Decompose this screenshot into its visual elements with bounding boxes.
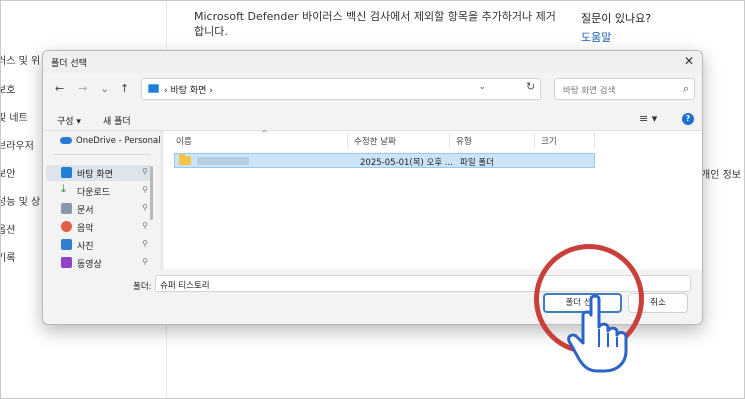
video-icon [61,257,72,268]
download-icon: ⤓ [61,182,66,195]
pin-icon: ⚲ [142,239,148,248]
file-row-selected[interactable]: 2025-05-01(목) 오후 ... 파일 폴더 [174,153,595,168]
back-arrow-icon[interactable]: ← [55,82,64,95]
cloud-icon [60,137,72,144]
screenshot-frame: 러스 및 위 보호 및 네트 브라우저 보안 성능 및 상 옵션 기록 Micr… [0,0,745,399]
pin-icon: ⚲ [142,203,148,212]
column-header-size[interactable]: 크기 [541,135,557,147]
navigation-row: ← → ⌄ ↑ › 바탕 화면 › ⌄ ↻ 바탕 화면 검색 ⌕ [43,75,702,105]
dialog-title: 폴더 선택 [51,59,87,69]
privacy-info-link[interactable]: 개인 정보 [701,166,741,181]
file-date-modified: 2025-05-01(목) 오후 ... [360,158,454,168]
address-bar[interactable]: › 바탕 화면 › ⌄ [141,78,541,100]
refresh-icon[interactable]: ↻ [526,80,535,93]
document-icon [61,203,72,214]
navigation-pane: OneDrive - Personal 바탕 화면 ⚲ ⤓ 다운로드 ⚲ 문서 … [43,131,161,271]
address-dropdown-icon[interactable]: ⌄ [478,82,486,92]
help-link[interactable]: 도움말 [581,29,611,45]
nav-item-history[interactable]: 기록 [1,249,15,264]
folder-label: 폴더: [133,282,152,292]
nav-item-performance[interactable]: 성능 및 상 [1,193,40,208]
sidebar-item-label: 문서 [77,206,94,216]
sidebar-item-documents[interactable]: 문서 ⚲ [46,201,152,217]
pointing-hand-icon [567,294,628,373]
exclusions-description: Microsoft Defender 바이러스 백신 검사에서 제외할 항목을 … [194,10,556,38]
column-separator[interactable] [347,133,348,148]
new-folder-button[interactable]: 새 폴더 [103,114,131,127]
dialog-title-bar[interactable]: 폴더 선택 ✕ [43,51,702,73]
search-icon[interactable]: ⌕ [683,82,689,96]
pin-icon: ⚲ [142,257,148,266]
up-arrow-icon[interactable]: ↑ [120,82,129,95]
file-name-blurred [197,157,249,165]
address-path[interactable]: › 바탕 화면 › [164,83,213,96]
column-separator[interactable] [449,133,450,148]
sidebar-item-onedrive[interactable]: OneDrive - Personal [48,134,161,150]
sidebar-item-label: 동영상 [77,260,102,270]
folder-icon [179,154,191,165]
file-type: 파일 폴더 [460,158,494,168]
picture-icon [61,239,72,250]
column-header-name[interactable]: 이름 [176,135,192,147]
nav-item-options[interactable]: 옵션 [1,221,15,236]
organize-menu-button[interactable]: 구성 ▾ [57,114,81,127]
sidebar-item-videos[interactable]: 동영상 ⚲ [46,255,152,271]
sort-ascending-icon: ^ [261,129,268,138]
column-header-date-modified[interactable]: 수정한 날짜 [354,135,396,147]
sidebar-item-label: 바탕 화면 [77,170,113,180]
music-icon [61,221,72,232]
desktop-icon [61,167,72,178]
folder-name-value: 슈퍼 티스토리 [160,281,210,291]
nav-item-protection[interactable]: 보호 [1,81,15,96]
search-input[interactable]: 바탕 화면 검색 ⌕ [554,78,695,100]
sidebar-item-desktop[interactable]: 바탕 화면 ⚲ [46,165,152,181]
nav-item-browser[interactable]: 브라우저 [1,137,34,152]
sidebar-item-downloads[interactable]: ⤓ 다운로드 ⚲ [46,183,152,199]
sidebar-item-label: OneDrive - Personal [76,136,161,146]
column-header-type[interactable]: 유형 [456,135,472,147]
sidebar-item-pictures[interactable]: 사진 ⚲ [46,237,152,253]
sidebar-item-label: 사진 [77,242,94,252]
nav-item-security[interactable]: 보안 [1,165,15,180]
question-heading: 질문이 있나요? [581,12,652,25]
pin-icon: ⚲ [142,221,148,230]
sidebar-separator [53,154,151,155]
sidebar-item-music[interactable]: 음악 ⚲ [46,219,152,235]
recent-locations-chevron-icon[interactable]: ⌄ [100,82,109,95]
pin-icon: ⚲ [142,185,148,194]
file-list: ^ 이름 수정한 날짜 유형 크기 2025-05-01(목) 오후 ... 파… [164,129,702,269]
desktop-icon [148,84,159,93]
dialog-toolbar: 구성 ▾ 새 폴더 ≡ ▾ ? [43,109,702,131]
sidebar-scrollbar[interactable] [150,166,153,220]
sidebar-item-label: 다운로드 [77,188,111,198]
pin-icon: ⚲ [142,167,148,176]
close-icon[interactable]: ✕ [684,54,694,68]
sidebar-item-label: 음악 [77,224,94,234]
search-placeholder: 바탕 화면 검색 [563,86,616,96]
column-separator[interactable] [594,133,595,148]
view-options-icon[interactable]: ≡ ▾ [639,112,657,125]
nav-item-network[interactable]: 및 네트 [1,109,28,124]
pane-splitter[interactable] [161,131,162,269]
nav-item-virus-protection[interactable]: 러스 및 위 [1,52,40,67]
help-icon[interactable]: ? [682,113,694,125]
column-separator[interactable] [534,133,535,148]
forward-arrow-icon[interactable]: → [78,82,87,95]
